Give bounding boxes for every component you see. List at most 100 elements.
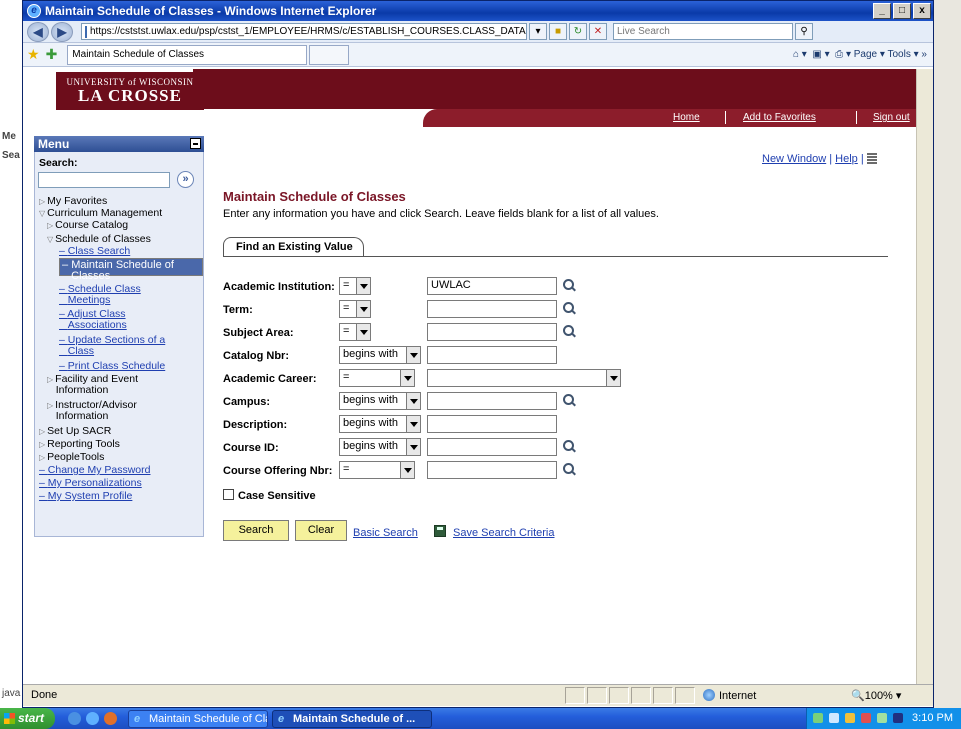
close-button[interactable]: x bbox=[913, 3, 931, 19]
menu-item-peopletools[interactable]: ▷ PeopleTools bbox=[39, 452, 104, 463]
divider bbox=[725, 111, 726, 124]
course-offering-nbr-input[interactable] bbox=[427, 461, 557, 479]
minimize-button[interactable]: _ bbox=[873, 3, 891, 19]
start-button[interactable]: start bbox=[0, 708, 55, 729]
background-label: Me bbox=[2, 131, 16, 142]
sign-out-link[interactable]: Sign out bbox=[873, 112, 910, 123]
menu-link-print-class-schedule[interactable]: – Print Class Schedule bbox=[59, 361, 165, 372]
menu-link-update-sections[interactable]: – Update Sections of a Class bbox=[59, 335, 165, 357]
lookup-icon[interactable] bbox=[563, 325, 576, 338]
search-button[interactable]: Search bbox=[223, 520, 289, 541]
field-label: Subject Area: bbox=[223, 327, 294, 339]
tab-find-existing-value[interactable]: Find an Existing Value bbox=[223, 237, 364, 257]
live-search-input[interactable]: Live Search bbox=[613, 23, 793, 40]
instructions: Enter any information you have and click… bbox=[223, 208, 659, 220]
lookup-icon[interactable] bbox=[563, 279, 576, 292]
browser-tab[interactable]: Maintain Schedule of Classes bbox=[67, 44, 308, 65]
help-link[interactable]: Help bbox=[835, 153, 858, 165]
catalog-nbr-input[interactable] bbox=[427, 346, 557, 364]
minimize-menu-button[interactable] bbox=[190, 138, 201, 149]
menu-item-set-up-sacr[interactable]: ▷ Set Up SACR bbox=[39, 426, 111, 437]
menu-item-reporting-tools[interactable]: ▷ Reporting Tools bbox=[39, 439, 120, 450]
zoom-level[interactable]: 🔍100% ▾ bbox=[851, 689, 901, 702]
page-links: New Window | Help | bbox=[762, 153, 877, 166]
clear-button[interactable]: Clear bbox=[295, 520, 347, 541]
campus-input[interactable] bbox=[427, 392, 557, 410]
operator-select[interactable]: = bbox=[339, 323, 371, 341]
menu-link-adjust-class-associations[interactable]: – Adjust Class Associations bbox=[59, 309, 127, 331]
subject-area-input[interactable] bbox=[427, 323, 557, 341]
search-go-icon[interactable]: ⚲ bbox=[795, 23, 813, 40]
vertical-scrollbar[interactable] bbox=[916, 69, 933, 684]
add-to-favorites-link[interactable]: Add to Favorites bbox=[743, 112, 816, 123]
save-search-criteria-link[interactable]: Save Search Criteria bbox=[453, 527, 555, 539]
menu-link-schedule-class-meetings[interactable]: – Schedule Class Meetings bbox=[59, 284, 141, 306]
operator-select[interactable]: = bbox=[339, 461, 415, 479]
maximize-button[interactable]: □ bbox=[893, 3, 911, 19]
forward-button[interactable]: ▶ bbox=[51, 21, 73, 42]
menu-link-maintain-schedule-selected[interactable]: – Maintain Schedule of Classes bbox=[59, 258, 203, 282]
logo-line2: LA CROSSE bbox=[78, 86, 182, 105]
lock-icon[interactable]: ■ bbox=[549, 23, 567, 40]
menu-item-facility-event[interactable]: ▷ Facility and Event Information bbox=[47, 374, 138, 396]
back-button[interactable]: ◀ bbox=[27, 21, 49, 42]
tray-battery-icon[interactable] bbox=[893, 713, 903, 723]
academic-institution-input[interactable]: UWLAC bbox=[427, 277, 557, 295]
menu-item-course-catalog[interactable]: ▷ Course Catalog bbox=[47, 220, 128, 231]
operator-select[interactable]: = bbox=[339, 277, 371, 295]
http-icon[interactable] bbox=[866, 153, 877, 166]
tray-update-icon[interactable] bbox=[877, 713, 887, 723]
quicklaunch-desktop-icon[interactable] bbox=[68, 712, 81, 725]
stop-button[interactable]: ✕ bbox=[589, 23, 607, 40]
operator-select[interactable]: begins with bbox=[339, 346, 421, 364]
security-zone[interactable]: Internet bbox=[703, 689, 756, 702]
favorites-star-icon[interactable]: ★ bbox=[27, 46, 40, 63]
lookup-icon[interactable] bbox=[563, 302, 576, 315]
menu-link-my-system-profile[interactable]: – My System Profile bbox=[39, 491, 132, 502]
command-bar[interactable]: ⌂ ▾ ▣ ▾ ⎙ ▾ Page ▾ Tools ▾ » bbox=[793, 49, 933, 60]
menu-item-curriculum-management[interactable]: ▽ Curriculum Management bbox=[39, 208, 162, 219]
menu-item-instructor-advisor[interactable]: ▷ Instructor/Advisor Information bbox=[47, 400, 137, 422]
taskbar-item[interactable]: Maintain Schedule of Cla... bbox=[128, 710, 268, 728]
menu-item-my-favorites[interactable]: ▷ My Favorites bbox=[39, 196, 107, 207]
operator-select[interactable]: = bbox=[339, 300, 371, 318]
refresh-button[interactable]: ↻ bbox=[569, 23, 587, 40]
menu-item-schedule-of-classes[interactable]: ▽ Schedule of Classes bbox=[47, 234, 151, 245]
home-link[interactable]: Home bbox=[673, 112, 700, 123]
operator-select[interactable]: = bbox=[339, 369, 415, 387]
quicklaunch-firefox-icon[interactable] bbox=[104, 712, 117, 725]
field-row-academic-institution: Academic Institution: = UWLAC bbox=[223, 277, 923, 297]
operator-select[interactable]: begins with bbox=[339, 415, 421, 433]
menu-link-class-search[interactable]: – Class Search bbox=[59, 246, 130, 257]
field-row-catalog-nbr: Catalog Nbr: begins with bbox=[223, 346, 923, 366]
tray-app-icon[interactable] bbox=[845, 713, 855, 723]
url-field[interactable]: https://cststst.uwlax.edu/psp/cstst_1/EM… bbox=[81, 23, 527, 40]
description-input[interactable] bbox=[427, 415, 557, 433]
menu-link-change-password[interactable]: – Change My Password bbox=[39, 465, 150, 476]
command-bar-labels[interactable]: Page ▾ Tools ▾ bbox=[854, 49, 919, 60]
lookup-icon[interactable] bbox=[563, 440, 576, 453]
menu-link-my-personalizations[interactable]: – My Personalizations bbox=[39, 478, 142, 489]
term-input[interactable] bbox=[427, 300, 557, 318]
academic-career-select[interactable] bbox=[427, 369, 621, 387]
menu-search-input[interactable] bbox=[38, 172, 170, 188]
operator-select[interactable]: begins with bbox=[339, 438, 421, 456]
tray-security-icon[interactable] bbox=[861, 713, 871, 723]
quicklaunch-ie-icon[interactable] bbox=[86, 712, 99, 725]
menu-search-go-button[interactable]: » bbox=[177, 171, 194, 188]
chevron-down-icon bbox=[356, 324, 370, 340]
basic-search-link[interactable]: Basic Search bbox=[353, 527, 418, 539]
tray-network-icon[interactable] bbox=[813, 713, 823, 723]
course-id-input[interactable] bbox=[427, 438, 557, 456]
add-favorites-icon[interactable]: ✚ bbox=[46, 46, 58, 63]
lookup-icon[interactable] bbox=[563, 394, 576, 407]
operator-select[interactable]: begins with bbox=[339, 392, 421, 410]
chevron-down-icon bbox=[356, 301, 370, 317]
lookup-icon[interactable] bbox=[563, 463, 576, 476]
tray-volume-icon[interactable] bbox=[829, 713, 839, 723]
new-window-link[interactable]: New Window bbox=[762, 153, 826, 165]
taskbar-item-active[interactable]: Maintain Schedule of ... bbox=[272, 710, 432, 728]
address-dropdown-button[interactable]: ▾ bbox=[529, 23, 547, 40]
new-tab-button[interactable] bbox=[309, 44, 350, 65]
case-sensitive-checkbox[interactable] bbox=[223, 489, 234, 500]
